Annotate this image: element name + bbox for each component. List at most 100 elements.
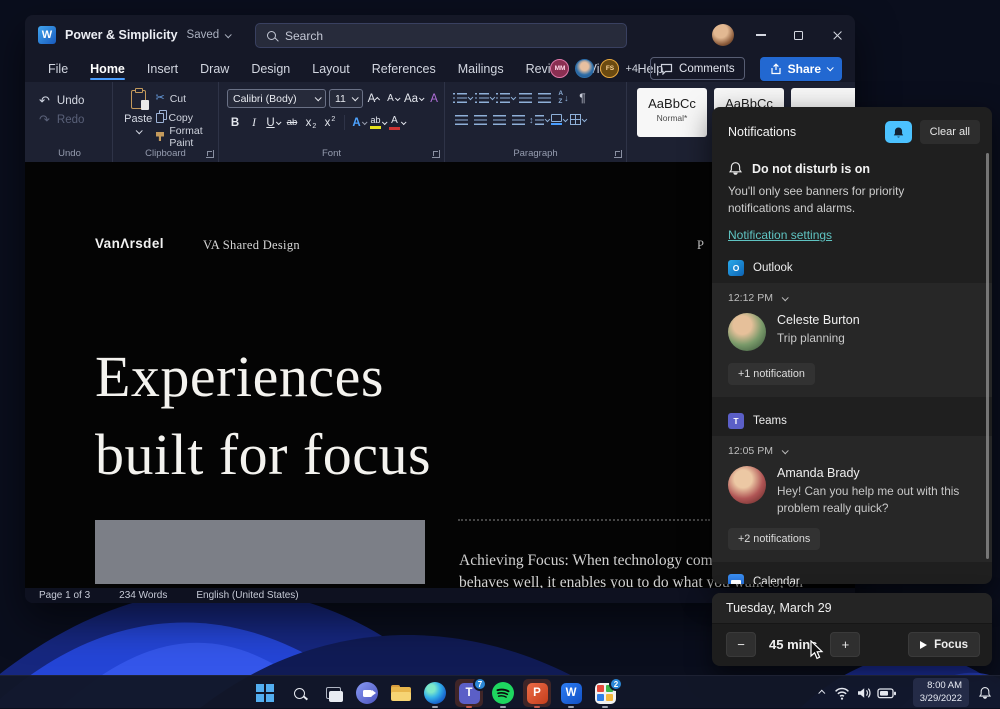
cut-button[interactable]: ✂Cut xyxy=(156,92,219,105)
justify-button[interactable] xyxy=(510,112,526,127)
language-indicator[interactable]: English (United States) xyxy=(196,590,298,601)
teams-group-header[interactable]: T Teams xyxy=(712,409,992,433)
italic-button[interactable]: I xyxy=(246,114,262,131)
tab-references[interactable]: References xyxy=(361,55,447,82)
format-painter-button[interactable]: Format Paint xyxy=(156,130,219,143)
focus-increase-button[interactable]: + xyxy=(830,632,860,657)
line-spacing-button[interactable]: ↕ xyxy=(529,112,548,127)
collaborator-avatar-photo[interactable] xyxy=(575,59,594,78)
calendar-group-header[interactable]: Calendar xyxy=(712,570,992,584)
bullets-button[interactable] xyxy=(453,90,472,105)
underline-button[interactable]: U xyxy=(265,114,281,131)
m365-app-button[interactable]: 2 xyxy=(591,679,619,707)
style-card-normal[interactable]: AaBbCc Normal* xyxy=(637,88,707,137)
collab-cluster: MM FS +4 Comments Share xyxy=(550,55,842,82)
doc-header-center: VA Shared Design xyxy=(203,238,300,253)
collaborator-overflow[interactable]: +4 xyxy=(625,63,638,75)
font-color-button[interactable]: A xyxy=(389,114,405,131)
teams-more-notifications[interactable]: +2 notifications xyxy=(728,528,820,550)
decrease-indent-button[interactable] xyxy=(518,90,534,105)
paragraph-dialog-launcher[interactable] xyxy=(614,150,622,158)
font-size-select[interactable]: 11 xyxy=(329,89,363,108)
clear-all-button[interactable]: Clear all xyxy=(920,120,980,144)
outlook-more-notifications[interactable]: +1 notification xyxy=(728,363,815,385)
sort-button[interactable]: AZ↓ xyxy=(556,90,572,105)
align-left-button[interactable] xyxy=(453,112,469,127)
copy-button[interactable]: Copy xyxy=(156,111,219,124)
change-case-button[interactable]: Aa xyxy=(404,90,423,107)
focus-decrease-button[interactable]: − xyxy=(726,632,756,657)
clipboard-group-label: Clipboard xyxy=(113,148,218,159)
tab-home[interactable]: Home xyxy=(79,55,136,82)
notification-bell-icon[interactable] xyxy=(978,686,992,700)
comment-icon xyxy=(660,63,673,75)
taskbar-search-button[interactable] xyxy=(285,679,313,707)
grow-font-button[interactable]: A xyxy=(366,90,382,107)
chat-button[interactable] xyxy=(353,679,381,707)
outlook-notification-card[interactable]: 12:12 PM Celeste Burton Trip planning +1… xyxy=(712,283,992,397)
tab-insert[interactable]: Insert xyxy=(136,55,189,82)
redo-button[interactable]: ↷Redo xyxy=(39,110,112,129)
tab-mailings[interactable]: Mailings xyxy=(447,55,515,82)
spotify-button[interactable] xyxy=(489,679,517,707)
account-avatar[interactable] xyxy=(712,24,734,46)
word-count[interactable]: 234 Words xyxy=(119,590,167,601)
outlook-group-header[interactable]: O Outlook xyxy=(712,256,992,280)
task-view-button[interactable] xyxy=(319,679,347,707)
search-input[interactable]: Search xyxy=(255,23,627,48)
clipboard-dialog-launcher[interactable] xyxy=(206,150,214,158)
tab-file[interactable]: File xyxy=(37,55,79,82)
collaborator-avatar-fs[interactable]: FS xyxy=(600,59,619,78)
font-name-select[interactable]: Calibri (Body) xyxy=(227,89,326,108)
clipboard-group: Paste ✂Cut Copy Format Paint Clipboard xyxy=(113,82,219,162)
numbering-button[interactable] xyxy=(475,90,494,105)
minimize-button[interactable] xyxy=(745,15,777,55)
align-center-button[interactable] xyxy=(472,112,488,127)
undo-button[interactable]: ↶Undo xyxy=(39,91,112,110)
chevron-down-icon[interactable] xyxy=(782,447,789,454)
teams-notification-card[interactable]: 12:05 PM Amanda Brady Hey! Can you help … xyxy=(712,436,992,562)
tray-clock[interactable]: 8:00 AM 3/29/2022 xyxy=(913,678,969,708)
tab-design[interactable]: Design xyxy=(240,55,301,82)
superscript-button[interactable]: x2 xyxy=(322,114,338,131)
flyout-date[interactable]: Tuesday, March 29 xyxy=(712,593,992,624)
borders-button[interactable] xyxy=(570,112,586,127)
powerpoint-button[interactable]: P xyxy=(523,679,551,707)
collaborator-avatar-mm[interactable]: MM xyxy=(550,59,569,78)
notification-settings-link[interactable]: Notification settings xyxy=(728,228,832,242)
save-status[interactable]: Saved xyxy=(187,29,231,41)
subscript-button[interactable]: x2 xyxy=(303,114,319,131)
file-explorer-button[interactable] xyxy=(387,679,415,707)
highlight-color-button[interactable]: ab xyxy=(370,114,386,131)
increase-indent-button[interactable] xyxy=(537,90,553,105)
close-button[interactable] xyxy=(821,15,853,55)
align-right-button[interactable] xyxy=(491,112,507,127)
font-dialog-launcher[interactable] xyxy=(432,150,440,158)
panel-scrollbar[interactable] xyxy=(986,153,989,559)
shrink-font-button[interactable]: A xyxy=(385,90,401,107)
tab-layout[interactable]: Layout xyxy=(301,55,361,82)
comments-label: Comments xyxy=(679,63,735,75)
tray-overflow-chevron[interactable] xyxy=(818,690,825,697)
bold-button[interactable]: B xyxy=(227,114,243,131)
shading-button[interactable] xyxy=(551,112,567,127)
save-status-label: Saved xyxy=(187,29,220,41)
do-not-disturb-toggle[interactable] xyxy=(885,121,912,143)
start-button[interactable] xyxy=(251,679,279,707)
maximize-button[interactable] xyxy=(782,15,814,55)
word-taskbar-button[interactable]: W xyxy=(557,679,585,707)
multilevel-list-button[interactable] xyxy=(496,90,515,105)
teams-taskbar-button[interactable]: T7 xyxy=(455,679,483,707)
strikethrough-button[interactable]: ab xyxy=(284,114,300,131)
show-paragraph-marks-button[interactable]: ¶ xyxy=(575,90,591,105)
share-button[interactable]: Share xyxy=(760,57,842,81)
network-volume-battery-icons[interactable] xyxy=(834,685,904,701)
text-effects-button[interactable]: A xyxy=(351,114,367,131)
tab-draw[interactable]: Draw xyxy=(189,55,240,82)
edge-button[interactable] xyxy=(421,679,449,707)
clear-formatting-button[interactable]: A xyxy=(426,90,442,107)
chevron-down-icon[interactable] xyxy=(782,294,789,301)
page-indicator[interactable]: Page 1 of 3 xyxy=(39,590,90,601)
focus-start-button[interactable]: Focus xyxy=(908,632,980,657)
comments-button[interactable]: Comments xyxy=(650,57,745,80)
